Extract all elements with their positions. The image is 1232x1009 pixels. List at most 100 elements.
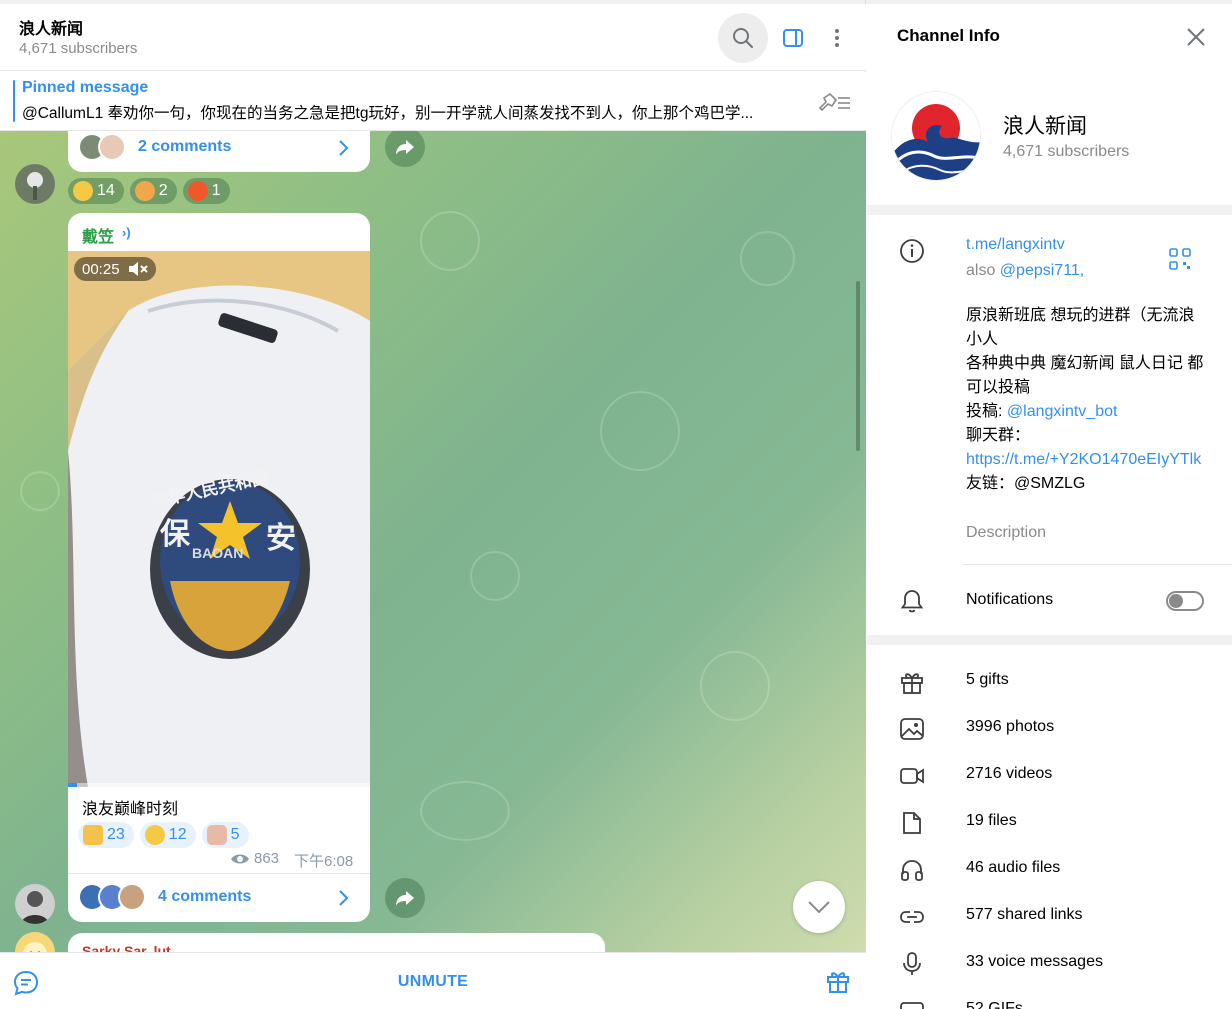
media-label: 33 voice messages <box>966 953 1103 970</box>
panel-title: Channel Info <box>897 26 1000 45</box>
notifications-label: Notifications <box>966 591 1054 608</box>
video-badge-text: 安 <box>266 522 296 555</box>
scrollbar-thumb[interactable] <box>856 281 860 451</box>
notifications-toggle[interactable] <box>1166 591 1204 611</box>
video-player[interactable]: 中华人民共和国 保 安 BAOAN 00:25 <box>68 251 370 787</box>
view-count: 863 <box>254 850 280 867</box>
toggle-knob <box>1169 594 1183 608</box>
avatar <box>98 133 126 161</box>
background-doodle <box>600 391 680 471</box>
channel-avatar[interactable] <box>891 91 981 181</box>
background-doodle <box>420 211 480 271</box>
post-author[interactable]: 戴笠 <box>82 223 114 247</box>
share-button[interactable] <box>385 878 425 918</box>
channel-description: 原浪新班底 想玩的进群（无流浪小人 各种典中典 魔幻新闻 鼠人日记 都可以投稿 … <box>966 304 1204 496</box>
video-progress-fill <box>68 783 78 787</box>
media-row[interactable]: 33 voice messages <box>867 941 1232 988</box>
message-scrollbar[interactable] <box>855 131 861 949</box>
share-button[interactable] <box>385 131 425 167</box>
more-vertical-icon <box>835 29 839 47</box>
background-doodle <box>700 651 770 721</box>
reaction-chip[interactable]: 5 <box>201 822 249 848</box>
background-doodle <box>20 471 60 511</box>
media-row[interactable]: 19 files <box>867 800 1232 847</box>
gift-button[interactable] <box>822 965 854 997</box>
muted-speaker-icon <box>128 262 148 276</box>
gift-icon <box>827 972 849 993</box>
media-row[interactable]: 577 shared links <box>867 894 1232 941</box>
person-avatar-icon <box>21 891 49 924</box>
comments-count[interactable]: 2 comments <box>138 138 231 156</box>
discussion-button[interactable] <box>10 967 42 999</box>
telegram-window: 浪人新闻 4,671 subscribers Pinned message @C… <box>0 0 1232 1009</box>
reaction-chip[interactable]: 14 <box>68 178 124 204</box>
media-row[interactable]: 46 audio files <box>867 847 1232 894</box>
pinned-list-button[interactable] <box>814 86 854 118</box>
pointing-hand-icon <box>83 825 103 845</box>
wave-logo-icon <box>892 92 980 180</box>
submit-bot-link[interactable]: @langxintv_bot <box>1007 403 1118 420</box>
section-separator <box>867 635 1232 645</box>
media-row[interactable]: 52 GIFs <box>867 988 1232 1009</box>
message-bubble[interactable]: 2 comments <box>68 131 370 172</box>
message-bubble[interactable]: Sarky Sar..lut <box>68 933 605 952</box>
search-icon <box>733 28 753 48</box>
file-icon <box>897 808 927 838</box>
more-options-button[interactable] <box>812 13 862 63</box>
background-doodle <box>740 231 795 286</box>
chat-group-link[interactable]: https://t.me/+Y2KO1470eEIyYTlk <box>966 448 1204 472</box>
video-frame-image <box>68 251 370 787</box>
link-icon <box>897 902 927 932</box>
eye-icon <box>231 854 249 863</box>
submit-label: 投稿: <box>966 403 1007 420</box>
headphones-icon <box>897 855 927 885</box>
toggle-sidebar-button[interactable] <box>768 13 818 63</box>
person-shrug-icon <box>134 181 155 201</box>
reaction-chip[interactable]: 23 <box>78 822 134 848</box>
qr-code-icon <box>1169 248 1191 270</box>
media-row[interactable]: 2716 videos <box>867 753 1232 800</box>
reaction-chip[interactable]: 1 <box>182 178 230 204</box>
next-message-author: Sarky Sar..lut <box>82 943 171 952</box>
photo-icon <box>897 714 927 744</box>
microphone-icon <box>897 949 927 979</box>
media-row[interactable]: 5 gifts <box>867 659 1232 706</box>
media-label: 46 audio files <box>966 859 1061 876</box>
close-button[interactable] <box>1179 20 1213 54</box>
reaction-count: 14 <box>97 182 115 199</box>
media-label: 3996 photos <box>966 718 1055 735</box>
gift-icon <box>897 667 927 697</box>
chat-subscribers: 4,671 subscribers <box>19 40 138 57</box>
comments-count[interactable]: 4 comments <box>158 888 251 906</box>
qr-code-button[interactable] <box>1167 246 1193 272</box>
channel-subscribers: 4,671 subscribers <box>1003 143 1130 160</box>
chat-title[interactable]: 浪人新闻 <box>19 15 83 39</box>
chat-panel: 浪人新闻 4,671 subscribers Pinned message @C… <box>0 0 866 1009</box>
scroll-to-bottom-button[interactable] <box>793 881 845 933</box>
author-badge-icon: ›) <box>122 225 131 240</box>
comments-link[interactable]: 2 comments <box>78 131 231 163</box>
search-button[interactable] <box>718 13 768 63</box>
sender-avatar[interactable] <box>15 164 55 204</box>
media-label: 577 shared links <box>966 906 1083 923</box>
also-username-link[interactable]: @pepsi711, <box>1000 262 1084 279</box>
comments-link[interactable]: 4 comments <box>78 881 251 913</box>
composer-bar: UNMUTE <box>0 952 866 1009</box>
also-prefix: also <box>966 262 1000 279</box>
media-row[interactable]: 3996 photos <box>867 706 1232 753</box>
channel-link[interactable]: t.me/langxintv <box>966 236 1065 254</box>
sender-avatar[interactable] <box>15 884 55 924</box>
chat-header[interactable]: 浪人新闻 4,671 subscribers <box>0 4 866 71</box>
unmute-button[interactable]: UNMUTE <box>333 967 533 997</box>
share-icon <box>396 891 414 906</box>
chevron-right-icon <box>339 890 349 906</box>
message-bubble[interactable]: 戴笠 ›) 中华人民共和国 保 安 BAOAN 00:25 浪友巅峰时刻 23 … <box>68 213 370 922</box>
video-duration-badge[interactable]: 00:25 <box>74 257 156 281</box>
pinned-title: Pinned message <box>22 79 149 96</box>
reaction-chip[interactable]: 2 <box>129 178 177 204</box>
sender-avatar[interactable] <box>15 932 55 952</box>
reaction-chip[interactable]: 12 <box>139 822 196 848</box>
video-progress-bar[interactable] <box>68 783 370 787</box>
pinned-message-bar[interactable]: Pinned message @CallumL1 奉劝你一句，你现在的当务之急是… <box>0 72 866 131</box>
message-list[interactable]: 2 comments 14 2 1 戴笠 ›) 中华人民共和国 保 安 BAOA… <box>0 131 866 952</box>
